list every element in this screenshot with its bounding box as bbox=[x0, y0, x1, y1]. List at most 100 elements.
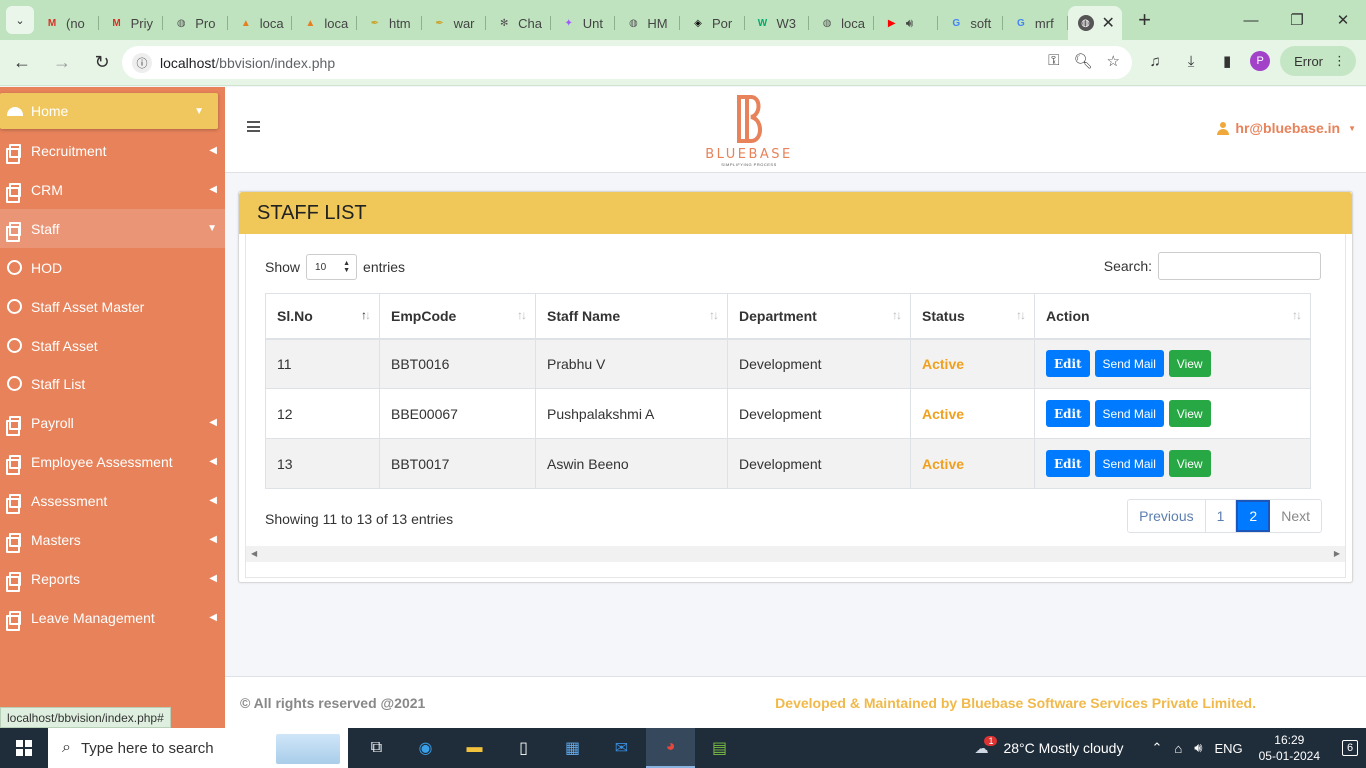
edit-button[interactable]: Edit bbox=[1046, 400, 1090, 427]
mail-icon[interactable]: ✉ bbox=[597, 728, 646, 768]
edge-icon[interactable]: ◉ bbox=[401, 728, 450, 768]
table-row: 11 BBT0016 Prabhu V Development Active E… bbox=[265, 338, 1311, 389]
sidebar-item-staff-asset-master[interactable]: Staff Asset Master bbox=[0, 287, 225, 326]
minimize-icon[interactable]: — bbox=[1228, 0, 1274, 40]
edit-button[interactable]: Edit bbox=[1046, 350, 1090, 378]
browser-tab[interactable]: Gsoft bbox=[938, 6, 1003, 40]
sidebar-item-recruitment[interactable]: Recruitment ◀ bbox=[0, 131, 225, 170]
sheets-app-icon[interactable]: ▤ bbox=[695, 728, 744, 768]
address-bar[interactable]: ⓘ localhost/bbvision/index.php ⚿ 🔍︎ ☆ bbox=[122, 46, 1132, 79]
pagination-page-2[interactable]: 2 bbox=[1236, 500, 1271, 532]
send-mail-button[interactable]: Send Mail bbox=[1094, 450, 1164, 477]
horizontal-scrollbar[interactable]: ◀ ▶ bbox=[246, 546, 1345, 562]
browser-tab[interactable]: ✒ htm bbox=[357, 6, 422, 40]
store-icon[interactable]: ▦ bbox=[548, 728, 597, 768]
user-menu[interactable]: hr@bluebase.in ▼ bbox=[1217, 120, 1356, 136]
column-header-slno[interactable]: Sl.No ↑↓ bbox=[265, 293, 380, 340]
column-header-action[interactable]: Action ↑↓ bbox=[1034, 293, 1311, 340]
zoom-icon[interactable]: 🔍︎ bbox=[1074, 52, 1093, 70]
pagination-previous[interactable]: Previous bbox=[1128, 500, 1206, 532]
browser-tab[interactable]: Gmrf bbox=[1003, 6, 1068, 40]
forward-icon[interactable]: → bbox=[44, 45, 80, 81]
browser-tab[interactable]: ▲ loca bbox=[292, 6, 357, 40]
new-tab-button[interactable]: + bbox=[1130, 5, 1160, 35]
browser-tab[interactable]: ◍ HM bbox=[615, 6, 680, 40]
column-header-department[interactable]: Department ↑↓ bbox=[727, 293, 911, 340]
close-window-icon[interactable]: ✕ bbox=[1320, 0, 1366, 40]
clock[interactable]: 16:29 05-01-2024 bbox=[1259, 732, 1320, 764]
browser-tab-active[interactable]: ◍ ✕ bbox=[1067, 6, 1122, 40]
sidebar-item-home[interactable]: Home ▼ bbox=[0, 93, 218, 129]
send-mail-button[interactable]: Send Mail bbox=[1094, 400, 1164, 427]
send-mail-button[interactable]: Send Mail bbox=[1094, 350, 1164, 378]
sidebar-item-leave-management[interactable]: Leave Management ◀ bbox=[0, 598, 225, 637]
close-tab-icon[interactable]: ✕ bbox=[1102, 13, 1115, 33]
start-button[interactable] bbox=[0, 728, 48, 768]
browser-tab[interactable]: M (no bbox=[34, 6, 99, 40]
sidebar-item-assessment[interactable]: Assessment ◀ bbox=[0, 481, 225, 520]
network-icon[interactable]: ⌂ bbox=[1174, 741, 1182, 756]
column-header-empcode[interactable]: EmpCode ↑↓ bbox=[379, 293, 536, 340]
key-icon[interactable]: ⚿ bbox=[1048, 52, 1059, 70]
browser-tab[interactable]: ▲ loca bbox=[228, 6, 293, 40]
sidebar-item-staff[interactable]: Staff ▼ bbox=[0, 209, 225, 248]
volume-icon[interactable]: 🔊︎ bbox=[1194, 740, 1202, 756]
hamburger-menu-icon[interactable] bbox=[247, 121, 260, 132]
media-control-icon[interactable]: ♫ bbox=[1142, 48, 1168, 74]
sidebar-item-staff-list[interactable]: Staff List bbox=[0, 364, 225, 403]
profile-avatar[interactable]: P bbox=[1250, 51, 1271, 71]
reload-icon[interactable]: ↻ bbox=[84, 45, 120, 81]
task-view-icon[interactable]: ⧉ bbox=[352, 728, 401, 768]
notification-center-icon[interactable]: 6 bbox=[1334, 728, 1366, 768]
sidebar-item-masters[interactable]: Masters ◀ bbox=[0, 520, 225, 559]
chrome-icon[interactable]: ◕ bbox=[646, 728, 695, 768]
error-button[interactable]: Error ⋮ bbox=[1280, 46, 1356, 76]
page-length-select[interactable]: 10 ▲ ▼ bbox=[306, 254, 358, 280]
sidebar-item-reports[interactable]: Reports ◀ bbox=[0, 559, 225, 598]
scroll-right-icon[interactable]: ▶ bbox=[1334, 549, 1340, 558]
url-text[interactable]: localhost/bbvision/index.php bbox=[160, 55, 335, 71]
page-length-control: Show 10 ▲ ▼ entries bbox=[265, 254, 405, 280]
browser-tab[interactable]: ◈ Por bbox=[680, 6, 745, 40]
copy-icon bbox=[5, 532, 25, 553]
pagination-next[interactable]: Next bbox=[1270, 500, 1321, 532]
file-explorer-icon[interactable]: ▬ bbox=[450, 728, 499, 768]
site-info-icon[interactable]: ⓘ bbox=[132, 52, 152, 73]
sidebar-item-label: Recruitment bbox=[31, 142, 107, 159]
browser-tab[interactable]: M Priy bbox=[99, 6, 164, 40]
notepad-icon[interactable]: ▯ bbox=[499, 728, 548, 768]
back-icon[interactable]: ← bbox=[4, 45, 40, 81]
side-panel-icon[interactable]: ▮ bbox=[1214, 48, 1240, 74]
taskbar-search[interactable]: ⌕ Type here to search bbox=[48, 728, 348, 768]
tab-search-button[interactable]: ⌄ bbox=[6, 6, 34, 34]
windows-logo-icon bbox=[16, 740, 32, 756]
sidebar-item-employee-assessment[interactable]: Employee Assessment ◀ bbox=[0, 442, 225, 481]
star-icon[interactable]: ☆ bbox=[1107, 52, 1120, 70]
browser-tab[interactable]: W W3 bbox=[745, 6, 810, 40]
browser-tab[interactable]: ◍ loca bbox=[809, 6, 874, 40]
sidebar-item-staff-asset[interactable]: Staff Asset bbox=[0, 326, 225, 365]
download-icon[interactable]: ⤓ bbox=[1178, 48, 1204, 74]
weather-widget[interactable]: ☁ 1 28°C Mostly cloudy bbox=[974, 736, 1123, 757]
view-button[interactable]: View bbox=[1168, 350, 1211, 378]
sidebar-item-hod[interactable]: HOD bbox=[0, 248, 225, 287]
column-header-staff-name[interactable]: Staff Name ↑↓ bbox=[535, 293, 728, 340]
browser-tab[interactable]: ✻ Cha bbox=[486, 6, 551, 40]
chevron-up-icon[interactable]: ⌃ bbox=[1151, 740, 1162, 756]
browser-tab[interactable]: ◍ Pro bbox=[163, 6, 228, 40]
sidebar-item-payroll[interactable]: Payroll ◀ bbox=[0, 403, 225, 442]
edit-button[interactable]: Edit bbox=[1046, 450, 1090, 477]
restore-icon[interactable]: ❐ bbox=[1274, 0, 1320, 40]
language-indicator[interactable]: ENG bbox=[1214, 741, 1242, 756]
browser-tab[interactable]: ▶ 🔊︎ bbox=[874, 6, 939, 40]
sort-icon: ↑↓ bbox=[709, 308, 719, 322]
browser-tab[interactable]: ✦ Unt bbox=[551, 6, 616, 40]
view-button[interactable]: View bbox=[1168, 400, 1211, 427]
column-header-status[interactable]: Status ↑↓ bbox=[910, 293, 1035, 340]
sidebar-item-crm[interactable]: CRM ◀ bbox=[0, 170, 225, 209]
view-button[interactable]: View bbox=[1168, 450, 1211, 477]
browser-tab[interactable]: ✒ war bbox=[422, 6, 487, 40]
search-input[interactable] bbox=[1158, 252, 1321, 280]
scroll-left-icon[interactable]: ◀ bbox=[251, 549, 257, 558]
pagination-page-1[interactable]: 1 bbox=[1206, 500, 1237, 532]
